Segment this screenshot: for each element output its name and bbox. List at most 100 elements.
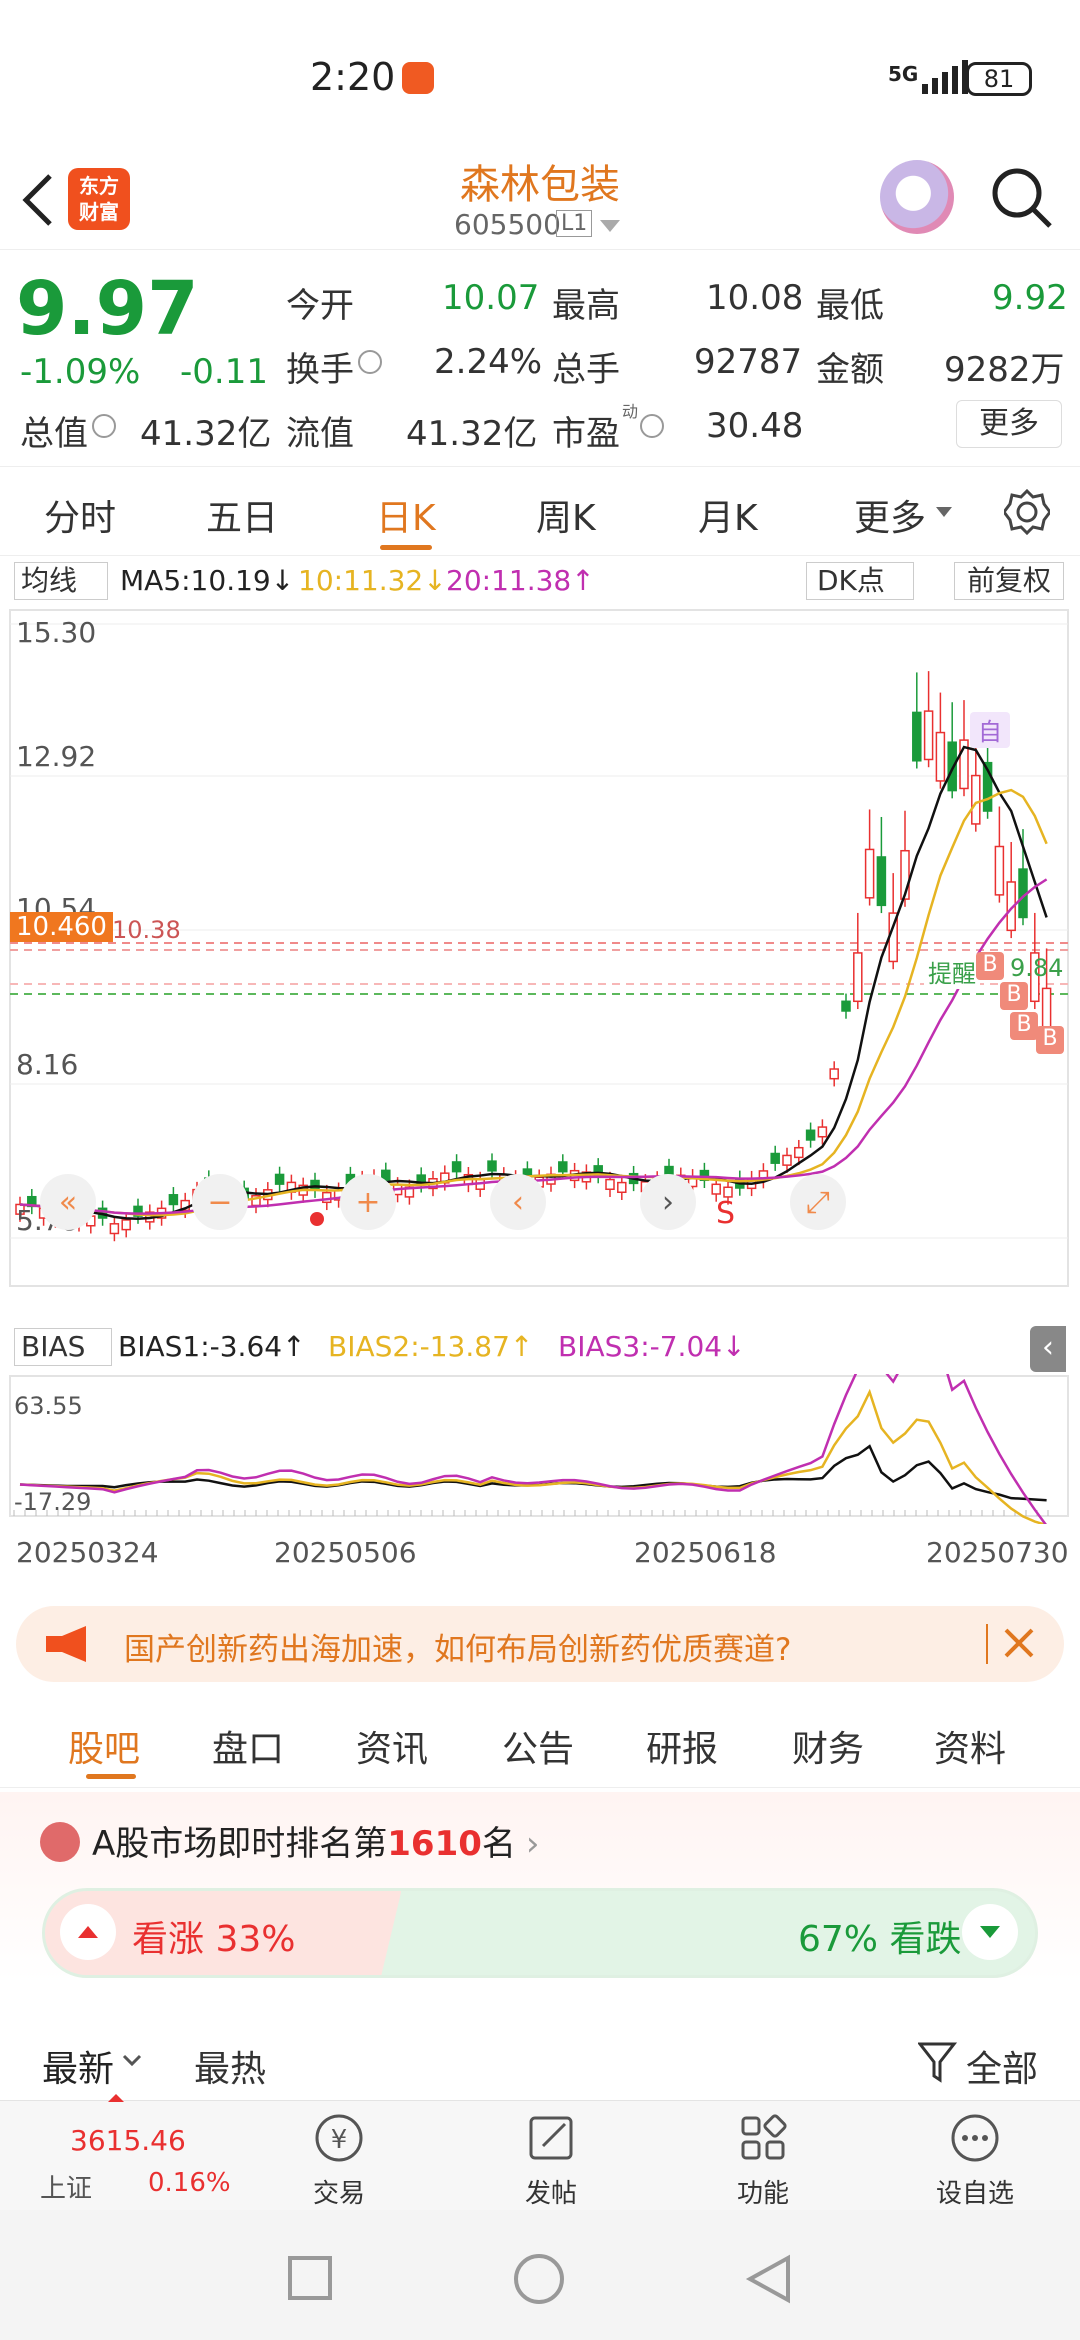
- vote-up-button[interactable]: [60, 1904, 116, 1960]
- vote-down-button[interactable]: [962, 1904, 1018, 1960]
- svg-text:¥: ¥: [331, 2125, 348, 2155]
- collapse-panel-button[interactable]: ‹: [1030, 1326, 1066, 1372]
- x-axis-date: 20250730: [926, 1536, 1069, 1569]
- network-label: 5G: [888, 62, 919, 86]
- candle: [794, 1146, 804, 1159]
- nav-watchlist-settings[interactable]: 设自选: [900, 2110, 1050, 2210]
- sort-hot[interactable]: 最热: [194, 2040, 266, 2092]
- recent-apps-icon[interactable]: [288, 2256, 332, 2300]
- vote-up-label: 看涨 33%: [132, 1919, 296, 1960]
- candle: [487, 1160, 497, 1172]
- vote-down-label: 67% 看跌: [798, 1919, 962, 1960]
- y-axis-label-top: 15.30: [16, 616, 97, 649]
- rank-prefix: A股市场即时排名第: [92, 1824, 388, 1864]
- buy-marker: B: [976, 952, 1004, 980]
- index-value[interactable]: 3615.46: [70, 2124, 186, 2157]
- fullscreen-icon[interactable]: ⤢: [790, 1174, 846, 1230]
- nav-trade-label: 交易: [312, 2179, 365, 2209]
- bias2-legend: BIAS2:-13.87↑: [328, 1330, 534, 1363]
- ma10-legend: 10:11.32↓: [298, 564, 447, 597]
- ma-selector[interactable]: 均线: [14, 562, 108, 600]
- info-icon[interactable]: [92, 414, 116, 438]
- bias-indicator-chart[interactable]: [0, 1374, 1080, 1524]
- candle: [923, 710, 934, 761]
- buy-marker: B: [1010, 1012, 1038, 1040]
- rank-number: 1610: [387, 1824, 482, 1864]
- tab-daily-k[interactable]: 日K: [376, 489, 436, 541]
- buy-marker: B: [1036, 1026, 1064, 1054]
- close-icon[interactable]: [1002, 1626, 1036, 1660]
- candle: [605, 1178, 615, 1191]
- tab-weekly-k[interactable]: 周K: [536, 489, 596, 541]
- chevron-down-icon[interactable]: [600, 220, 620, 234]
- tab-profile[interactable]: 资料: [934, 1720, 1006, 1772]
- tab-research[interactable]: 研报: [646, 1720, 718, 1772]
- tab-announcement[interactable]: 公告: [502, 1720, 574, 1772]
- market-rank[interactable]: A股市场即时排名第1610名 ›: [92, 1816, 540, 1865]
- back-nav-icon[interactable]: [744, 2254, 794, 2304]
- high-label: 最高: [552, 286, 620, 326]
- amount-value: 9282万: [944, 350, 1065, 390]
- indicator-selector[interactable]: BIAS: [14, 1328, 112, 1366]
- next-button[interactable]: ›: [640, 1174, 696, 1230]
- tab-guba[interactable]: 股吧: [68, 1720, 140, 1772]
- tab-pankou[interactable]: 盘口: [212, 1720, 284, 1772]
- chevron-down-icon[interactable]: [122, 2054, 142, 2068]
- info-icon[interactable]: [640, 414, 664, 438]
- scroll-start-button[interactable]: «: [40, 1174, 96, 1230]
- candle: [829, 1068, 839, 1080]
- home-icon[interactable]: [514, 2254, 564, 2304]
- high-value: 10.08: [706, 278, 804, 318]
- nav-functions[interactable]: 功能: [688, 2110, 838, 2210]
- adjust-mode-button[interactable]: 前复权: [954, 562, 1064, 600]
- candle: [841, 1000, 851, 1012]
- candle: [558, 1161, 568, 1173]
- zoom-out-button[interactable]: −: [192, 1174, 248, 1230]
- index-change: 0.16%: [148, 2168, 231, 2198]
- candle: [274, 1173, 285, 1185]
- tab-five-day[interactable]: 五日: [206, 489, 278, 541]
- current-price-tag: 10.460: [10, 912, 113, 942]
- candle: [121, 1219, 131, 1231]
- stock-header: 东方 财富 森林包装 605500 L1: [0, 150, 1080, 250]
- nav-trade[interactable]: ¥ 交易: [264, 2110, 414, 2210]
- remind-label[interactable]: 提醒: [924, 954, 980, 989]
- gear-icon[interactable]: [1004, 489, 1050, 535]
- grid-icon: [741, 2114, 787, 2160]
- nav-post[interactable]: 发帖: [476, 2110, 626, 2210]
- filter-all[interactable]: 全部: [966, 2040, 1038, 2092]
- bias3-line: [19, 1374, 1047, 1524]
- more-button[interactable]: 更多: [956, 400, 1062, 448]
- filter-icon[interactable]: [918, 2040, 958, 2084]
- y-axis-label: 12.92: [16, 740, 97, 773]
- news-banner[interactable]: 国产创新药出海加速，如何布局创新药优质赛道?: [16, 1606, 1064, 1682]
- info-icon[interactable]: [358, 350, 382, 374]
- previous-button[interactable]: ‹: [490, 1174, 546, 1230]
- indicator-selector-label: BIAS: [21, 1330, 86, 1363]
- index-name: 上证: [40, 2174, 93, 2204]
- record-dot: [310, 1212, 324, 1226]
- tab-intraday[interactable]: 分时: [44, 489, 116, 541]
- pe-value: 30.48: [706, 406, 804, 446]
- notification-icon: [402, 62, 434, 94]
- bias-frame: [9, 1375, 1069, 1517]
- last-price: 9.97: [16, 266, 199, 352]
- tab-more[interactable]: 更多: [854, 489, 926, 541]
- tab-finance[interactable]: 财务: [792, 1720, 864, 1772]
- bias2-line: [19, 1388, 1047, 1524]
- battery-icon: 81: [966, 62, 1032, 96]
- zoom-in-button[interactable]: +: [340, 1174, 396, 1230]
- period-tabs: 分时 五日 日K 周K 月K 更多: [0, 466, 1080, 556]
- candle: [805, 1129, 816, 1141]
- level-badge[interactable]: L1: [556, 210, 593, 237]
- robot-assistant-icon[interactable]: [880, 160, 954, 234]
- search-icon[interactable]: [990, 166, 1054, 230]
- dk-point-toggle[interactable]: DK点: [806, 562, 914, 600]
- tab-monthly-k[interactable]: 月K: [698, 489, 758, 541]
- signal-icon: [922, 60, 968, 94]
- active-tab-indicator: [86, 1774, 136, 1779]
- tab-news[interactable]: 资讯: [356, 1720, 428, 1772]
- sort-latest[interactable]: 最新: [42, 2040, 114, 2092]
- candle: [912, 711, 922, 762]
- low-value: 9.92: [992, 278, 1068, 318]
